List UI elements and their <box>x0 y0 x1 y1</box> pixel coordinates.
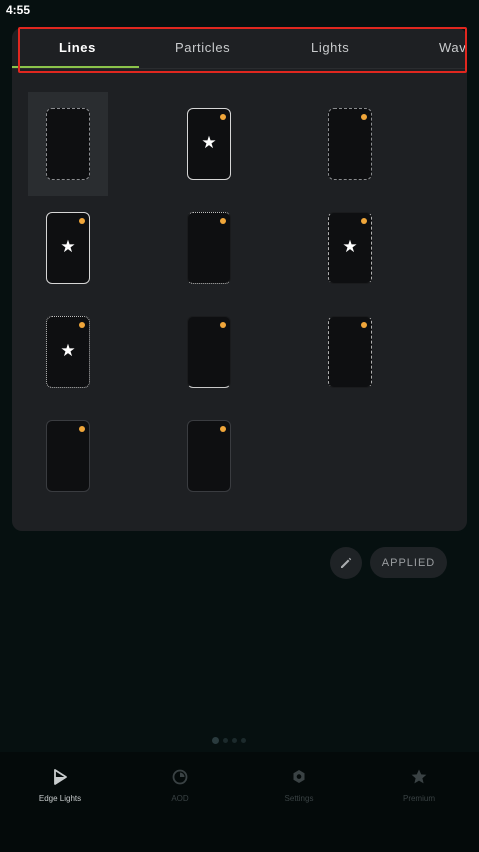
premium-dot <box>361 218 367 224</box>
nav-label: Edge Lights <box>38 794 82 803</box>
effect-preview: ★ <box>46 212 90 284</box>
effect-thumbnail[interactable] <box>169 300 249 404</box>
page-dot[interactable] <box>223 738 228 743</box>
tab-waves[interactable]: Wav <box>439 40 466 55</box>
applied-button[interactable]: APPLIED <box>370 547 447 578</box>
effects-panel: Lines Particles Lights Wav ★ ★ ★ ★ <box>12 28 467 531</box>
effect-preview <box>187 212 231 284</box>
tab-bar: Lines Particles Lights Wav <box>12 28 467 70</box>
effect-preview <box>328 108 372 180</box>
premium-dot <box>220 426 226 432</box>
effect-preview: ★ <box>328 212 372 284</box>
star-icon: ★ <box>60 341 76 361</box>
effect-thumbnail[interactable]: ★ <box>28 300 108 404</box>
settings-icon <box>293 770 305 783</box>
premium-dot <box>220 322 226 328</box>
tab-divider <box>12 68 467 69</box>
edge-lights-icon <box>54 769 67 785</box>
premium-dot <box>361 322 367 328</box>
effect-thumbnail[interactable]: ★ <box>28 196 108 300</box>
status-time: 4:55 <box>6 3 31 17</box>
star-icon: ★ <box>342 237 358 257</box>
pencil-icon <box>341 557 352 568</box>
edit-button[interactable] <box>330 547 362 579</box>
page-dot[interactable] <box>212 737 219 744</box>
tab-lines[interactable]: Lines <box>59 40 96 55</box>
nav-edge-lights[interactable]: Edge Lights <box>0 768 120 803</box>
nav-settings[interactable]: Settings <box>239 768 359 803</box>
tab-indicator <box>12 66 139 68</box>
effect-preview: ★ <box>46 316 90 388</box>
effect-thumbnail[interactable]: ★ <box>169 92 249 196</box>
page-dot[interactable] <box>232 738 237 743</box>
nav-aod[interactable]: AOD <box>120 768 240 803</box>
premium-dot <box>220 218 226 224</box>
nav-label: Settings <box>284 794 314 803</box>
effect-thumbnail[interactable] <box>28 404 108 508</box>
premium-dot <box>79 218 85 224</box>
nav-label: Premium <box>402 794 435 803</box>
nav-premium[interactable]: Premium <box>359 768 479 803</box>
bottom-nav: Edge Lights AOD Settings Premium <box>0 752 479 852</box>
effect-preview <box>46 108 90 180</box>
star-icon: ★ <box>60 237 76 257</box>
tab-particles[interactable]: Particles <box>175 40 230 55</box>
premium-dot <box>79 426 85 432</box>
effect-preview <box>187 420 231 492</box>
status-bar: 4:55 <box>0 0 479 22</box>
page-dot[interactable] <box>241 738 246 743</box>
premium-dot <box>79 322 85 328</box>
effect-preview <box>187 316 231 388</box>
page-indicator <box>212 737 246 744</box>
effect-preview <box>46 420 90 492</box>
aod-icon <box>172 769 188 785</box>
tab-lights[interactable]: Lights <box>311 40 349 55</box>
effect-thumbnail[interactable] <box>169 196 249 300</box>
premium-dot <box>361 114 367 120</box>
star-icon: ★ <box>201 133 217 153</box>
effect-preview: ★ <box>187 108 231 180</box>
premium-dot <box>220 114 226 120</box>
effect-thumbnail[interactable] <box>310 300 390 404</box>
star-icon <box>411 769 427 784</box>
effect-thumbnail[interactable] <box>169 404 249 508</box>
effect-preview <box>328 316 372 388</box>
effect-thumbnail[interactable] <box>310 92 390 196</box>
nav-label: AOD <box>171 794 189 803</box>
effect-thumbnail[interactable] <box>28 92 108 196</box>
effect-thumbnail[interactable]: ★ <box>310 196 390 300</box>
